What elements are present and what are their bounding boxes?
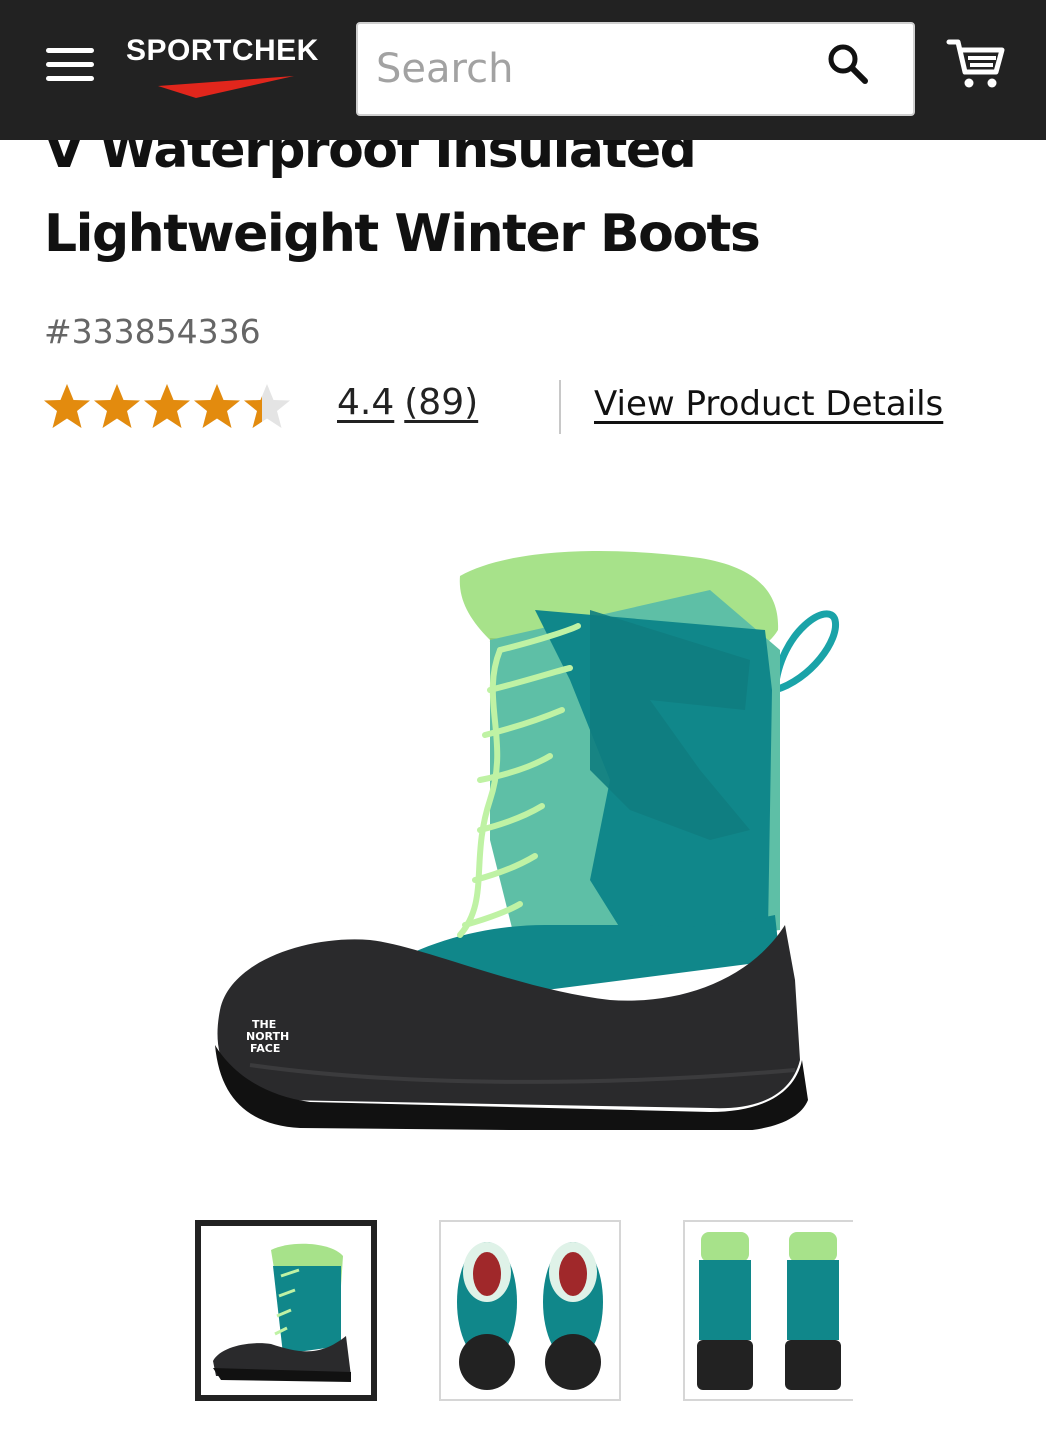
search-icon[interactable] [826,42,870,86]
star-rating[interactable] [40,378,300,434]
review-count: (89) [404,382,479,423]
brand-swoosh-icon [158,76,294,98]
menu-icon[interactable] [40,42,98,86]
brand-name: SPORTCHEK [126,34,319,67]
cart-icon[interactable] [946,36,1006,92]
boots-top-thumbnail[interactable] [439,1220,621,1401]
search-bar [356,22,915,116]
product-page: SPORTCHEK V Waterproof Insulated Lightwe… [0,0,1046,1440]
main-product-image[interactable]: THE NORTH FACE [190,540,850,1130]
svg-text:FACE: FACE [250,1042,280,1055]
star-icon [44,384,90,428]
rating-reviews-link[interactable]: 4.4 (89) [337,382,478,423]
star-icon [94,384,140,428]
boots-back-thumbnail[interactable] [683,1220,853,1401]
product-sku: #333854336 [44,312,261,351]
site-header: SPORTCHEK [0,0,1046,140]
search-input[interactable] [376,38,816,100]
rating-divider [559,380,561,434]
star-icon [194,384,240,428]
view-product-details-link[interactable]: View Product Details [594,384,943,424]
brand-logo[interactable]: SPORTCHEK [126,34,326,106]
star-icon [144,384,190,428]
rating-value: 4.4 [337,382,395,423]
star-icon [244,384,290,428]
product-title-line: Lightweight Winter Boots [44,204,761,264]
boot-side-thumbnail[interactable] [195,1220,377,1401]
